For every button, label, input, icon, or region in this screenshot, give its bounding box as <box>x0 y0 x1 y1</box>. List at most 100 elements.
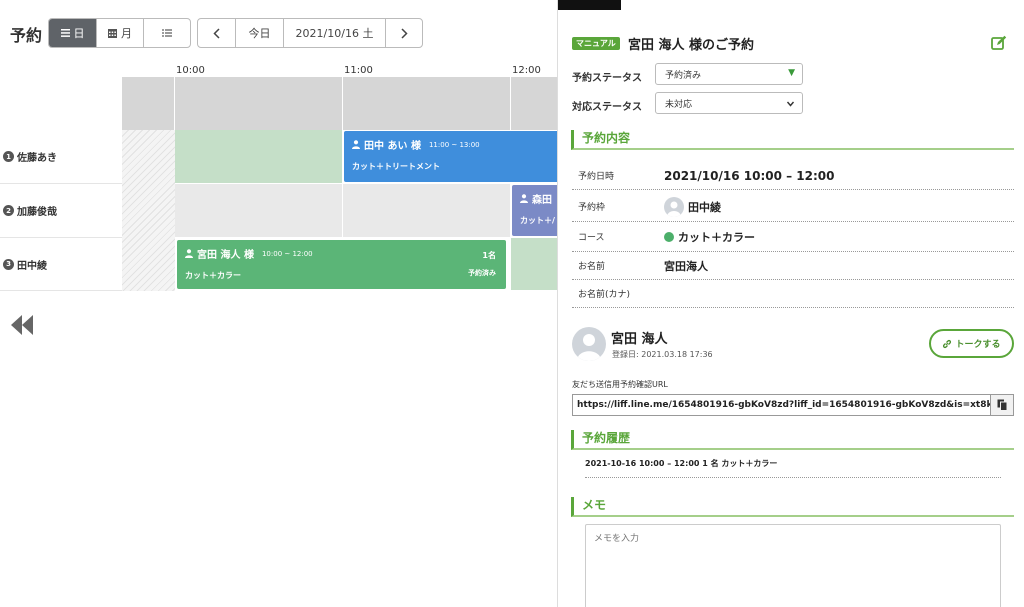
detail-row-course: コース カット＋カラー <box>572 222 1014 252</box>
detail-key: お名前(カナ) <box>578 290 631 300</box>
header-cell <box>122 77 175 130</box>
memo-input[interactable] <box>585 524 1001 607</box>
booking-time: 11:00 ~ 13:00 <box>428 140 480 149</box>
booking-block[interactable]: 田中 あい 様 11:00 ~ 13:00 カット＋トリートメント <box>344 131 557 182</box>
booking-time: 10:00 ~ 12:00 <box>261 249 313 258</box>
detail-key: 予約日時 <box>578 172 615 182</box>
collapse-button[interactable] <box>11 314 33 340</box>
status-label: 予約ステータス <box>572 73 642 84</box>
booking-course: カット＋トリートメント <box>352 162 440 171</box>
detail-value: 宮田海人 <box>664 259 708 273</box>
closed-slot[interactable] <box>175 184 343 238</box>
section-memo-heading: メモ <box>571 497 1014 517</box>
reservation-status-select[interactable]: 予約済み ▼ <box>655 63 803 85</box>
time-label: 12:00 <box>512 65 541 76</box>
prev-day-button[interactable] <box>198 19 236 47</box>
time-label: 10:00 <box>176 65 205 76</box>
url-label: 友だち送信用予約確認URL <box>572 380 668 389</box>
staff-row-label: 1 佐藤あき <box>0 130 122 184</box>
panel-title: 宮田 海人 様のご予約 <box>628 38 755 53</box>
detail-row-name: お名前 宮田海人 <box>572 252 1014 280</box>
header-cell <box>343 77 511 130</box>
link-icon <box>943 339 952 348</box>
staff-number-badge: 1 <box>3 151 14 162</box>
history-item[interactable]: 2021-10-16 10:00 – 12:00 1 名 カット＋カラー <box>585 456 1001 478</box>
staff-avatar <box>664 196 684 217</box>
unavailable-slot <box>122 130 175 291</box>
detail-key: コース <box>578 233 605 243</box>
person-icon <box>352 140 360 149</box>
copy-icon <box>997 399 1007 411</box>
date-navigator: 今日 2021/10/16 土 <box>197 18 423 48</box>
booking-name: 宮田 海人 様 <box>197 250 254 261</box>
reservation-detail-panel: マニュアル 宮田 海人 様のご予約 予約ステータス 予約済み ▼ 対応ステータス… <box>557 0 1024 607</box>
booking-course: カット＋/ <box>520 216 555 225</box>
customer-registered-date: 登録日: 2021.03.18 17:36 <box>612 350 713 359</box>
course-color-dot <box>664 231 674 242</box>
calendar-grid-icon <box>108 28 117 38</box>
available-slot[interactable] <box>175 130 343 184</box>
page-title: 予約 <box>10 26 43 45</box>
day-view-label: 日 <box>73 27 85 40</box>
chevron-left-icon <box>213 27 220 39</box>
chevron-right-icon <box>400 27 408 39</box>
staff-row-label: 2 加藤俊哉 <box>0 184 122 238</box>
person-icon <box>520 194 528 203</box>
detail-key: お名前 <box>578 262 606 272</box>
month-view-label: 月 <box>121 27 132 40</box>
detail-value: 2021/10/16 10:00 – 12:00 <box>664 168 835 183</box>
booking-count: 1名 <box>482 251 496 260</box>
status-value: 予約済み <box>665 70 702 81</box>
list-lines-icon <box>60 29 70 37</box>
manual-badge: マニュアル <box>572 37 620 50</box>
customer-name: 宮田 海人 <box>611 332 668 347</box>
section-details-heading: 予約内容 <box>571 130 1014 150</box>
detail-row-datetime: 予約日時 2021/10/16 10:00 – 12:00 <box>572 162 1014 190</box>
section-history-heading: 予約履歴 <box>571 430 1014 450</box>
today-button[interactable]: 今日 <box>236 19 284 47</box>
time-label: 11:00 <box>344 65 373 76</box>
copy-url-button[interactable] <box>991 394 1014 416</box>
triangle-down-icon: ▼ <box>788 68 795 78</box>
booking-name: 森田 <box>532 195 552 206</box>
staff-number-badge: 2 <box>3 205 14 216</box>
response-label: 対応ステータス <box>572 102 642 113</box>
detail-value: 田中綾 <box>688 200 721 214</box>
customer-avatar <box>572 327 606 361</box>
talk-button-label: トークする <box>955 340 1001 350</box>
staff-name: 佐藤あき <box>17 153 57 164</box>
available-slot[interactable] <box>511 238 557 291</box>
view-switcher: 日 月 <box>48 18 191 48</box>
list-view-button[interactable] <box>144 19 190 47</box>
double-chevron-left-icon <box>11 315 33 335</box>
response-value: 未対応 <box>665 99 693 110</box>
top-bar <box>558 0 621 10</box>
chevron-down-icon <box>786 101 795 107</box>
booking-block-selected[interactable]: 宮田 海人 様 10:00 ~ 12:00 カット＋カラー 1名 予約済み <box>177 240 506 289</box>
next-day-button[interactable] <box>386 19 422 47</box>
detail-row-slot: 予約枠 田中綾 <box>572 192 1014 222</box>
detail-key: 予約枠 <box>578 203 606 213</box>
current-date[interactable]: 2021/10/16 土 <box>284 19 386 47</box>
booking-name: 田中 あい 様 <box>364 141 421 152</box>
calendar-area: 予約 日 月 今日 2021/10/16 土 10:00 11:00 12:00… <box>0 0 557 607</box>
edit-icon <box>991 35 1007 50</box>
confirmation-url-field[interactable]: https://liff.line.me/1654801916-gbKoV8zd… <box>572 394 991 416</box>
staff-row-label: 3 田中綾 <box>0 238 122 291</box>
closed-slot[interactable] <box>343 184 511 238</box>
booking-status: 予約済み <box>468 269 496 277</box>
day-view-button[interactable]: 日 <box>49 19 97 47</box>
staff-number-badge: 3 <box>3 258 14 270</box>
booking-block[interactable]: 森田 カット＋/ <box>512 185 557 236</box>
booking-course: カット＋カラー <box>185 271 241 280</box>
staff-name: 田中綾 <box>17 260 47 272</box>
person-icon <box>185 249 193 258</box>
response-status-select[interactable]: 未対応 <box>655 92 803 114</box>
talk-button[interactable]: トークする <box>929 329 1014 358</box>
edit-button[interactable] <box>991 35 1007 55</box>
detail-value: カット＋カラー <box>678 230 755 244</box>
header-cell <box>511 77 557 130</box>
staff-name: 加藤俊哉 <box>17 207 57 218</box>
bullet-list-icon <box>162 29 172 37</box>
month-view-button[interactable]: 月 <box>97 19 144 47</box>
